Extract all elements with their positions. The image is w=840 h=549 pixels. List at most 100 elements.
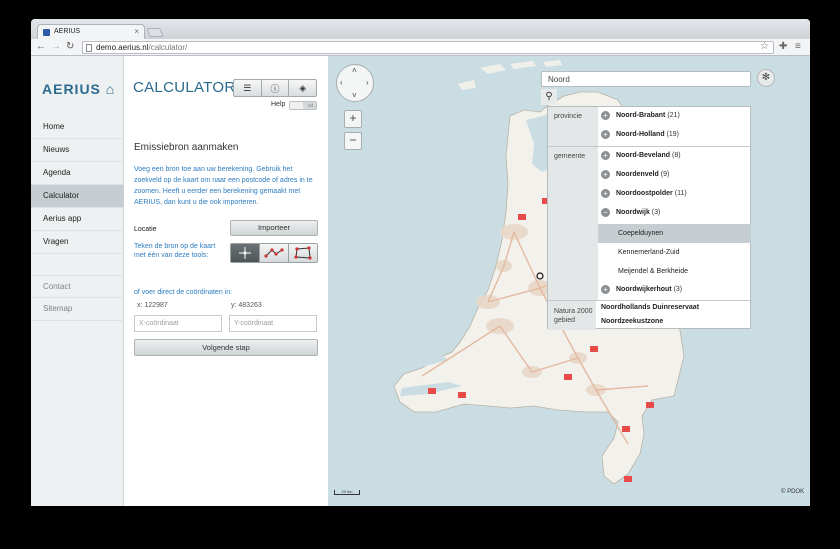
category-natura-2000: Natura 2000 gebied	[548, 301, 596, 330]
sidebar: AERIUS ⌂ Home Nieuws Agenda Calculator A…	[31, 56, 124, 506]
result-noordwijk[interactable]: − Noordwijk (3)	[598, 204, 751, 223]
map-view[interactable]: ˄ ˅ ‹ › + − Noord ✻ ⚲ provincie + Noord-B…	[328, 56, 810, 506]
menu-icon[interactable]: ≡	[795, 41, 801, 52]
help-toggle-state: uit	[307, 103, 313, 109]
polygon-tool-icon[interactable]	[289, 244, 317, 262]
result-name: Noord-Beveland	[616, 152, 671, 159]
result-name: Noord-Brabant	[616, 112, 666, 119]
next-step-button[interactable]: Volgende stap	[134, 339, 318, 356]
result-noord-beveland[interactable]: + Noord-Beveland (8)	[598, 147, 751, 166]
result-count: (3)	[673, 286, 683, 293]
search-results-dropdown: provincie + Noord-Brabant (21) + Noord-Hol…	[547, 106, 752, 330]
collapse-icon[interactable]: −	[601, 208, 610, 217]
pan-up-icon[interactable]: ˄	[352, 66, 357, 75]
coords-hint: of voer direct de coördinaten in:	[134, 289, 233, 296]
browser-tab[interactable]: AERIUS ×	[37, 24, 145, 39]
nav-item-home[interactable]: Home	[31, 116, 124, 139]
zoom-out-button[interactable]: −	[344, 132, 362, 150]
result-name: Noordoostpolder	[616, 190, 673, 197]
url-path: /calculator/	[148, 43, 188, 52]
nav-item-sitemap[interactable]: Sitemap	[31, 298, 124, 321]
page-title: CALCULATOR	[133, 79, 236, 96]
expand-icon[interactable]: +	[601, 189, 610, 198]
line-tool-icon[interactable]	[260, 244, 289, 262]
extension-icon[interactable]: ✚	[779, 41, 787, 52]
pan-left-icon[interactable]: ‹	[340, 78, 343, 87]
tab-bar: AERIUS ×	[31, 19, 810, 39]
view-button-group: ☰ ⓘ ◈	[233, 79, 317, 97]
browser-toolbar: ← → ↻ demo.aerius.nl/calculator/ ☆ ✚ ≡	[31, 39, 810, 56]
scale-bar: 20 km	[334, 490, 360, 495]
pan-right-icon[interactable]: ›	[366, 78, 369, 87]
location-label: Locatie	[134, 226, 157, 233]
zoom-in-button[interactable]: +	[344, 110, 362, 128]
result-noordoostpolder[interactable]: + Noordoostpolder (11)	[598, 185, 751, 204]
result-noordzeekustzone[interactable]: Noordzeekustzone	[598, 316, 751, 330]
result-name: Noord-Holland	[616, 131, 665, 138]
expand-icon[interactable]: +	[601, 111, 610, 120]
expand-icon[interactable]: +	[601, 170, 610, 179]
y-coordinate-input[interactable]: Y-coördinaat	[229, 315, 317, 332]
x-coordinate-input[interactable]: X-coördinaat	[134, 315, 222, 332]
map-copyright: © PDOK	[781, 489, 805, 495]
section-heading: Emissiebron aanmaken	[134, 142, 239, 153]
back-icon[interactable]: ←	[36, 41, 46, 53]
tab-title: AERIUS	[54, 28, 81, 35]
nav-item-aerius-app[interactable]: Aerius app	[31, 208, 124, 231]
favicon-icon	[43, 29, 50, 36]
result-name: Noordwijk	[616, 209, 650, 216]
nav-item-agenda[interactable]: Agenda	[31, 162, 124, 185]
info-icon[interactable]: ⓘ	[262, 80, 290, 96]
address-bar[interactable]: demo.aerius.nl/calculator/	[82, 41, 774, 54]
page-icon	[86, 44, 92, 52]
result-name: Noordhollands Duinreservaat	[601, 304, 700, 311]
result-count: (8)	[672, 152, 681, 159]
nav-item-contact[interactable]: Contact	[31, 275, 124, 298]
pan-control[interactable]: ˄ ˅ ‹ ›	[336, 64, 374, 102]
layers-icon[interactable]: ◈	[289, 80, 316, 96]
logo[interactable]: AERIUS ⌂	[42, 81, 115, 97]
search-icon[interactable]: ⚲	[541, 89, 557, 105]
close-tab-icon[interactable]: ×	[134, 27, 139, 36]
result-noordhollands-duinreservaat[interactable]: Noordhollands Duinreservaat	[598, 301, 751, 316]
expand-icon[interactable]: +	[601, 151, 610, 160]
result-name: Noordzeekustzone	[601, 318, 664, 325]
import-button[interactable]: Importeer	[230, 220, 318, 236]
nav-item-vragen[interactable]: Vragen	[31, 231, 124, 254]
result-noordenveld[interactable]: + Noordenveld (9)	[598, 166, 751, 185]
result-kennemerland-zuid[interactable]: Kennemerland-Zuid	[598, 243, 751, 262]
url-host: demo.aerius.nl	[96, 43, 149, 52]
result-meijendel-berkheide[interactable]: Meijendel & Berkheide	[598, 262, 751, 281]
nav-item-nieuws[interactable]: Nieuws	[31, 139, 124, 162]
tools-hint: Teken de bron op de kaart met één van de…	[134, 243, 216, 259]
new-tab-button[interactable]	[146, 28, 164, 37]
category-gemeente: gemeente	[548, 147, 598, 300]
pan-down-icon[interactable]: ˅	[352, 91, 357, 100]
reload-icon[interactable]: ↻	[66, 41, 74, 53]
result-count: (19)	[666, 131, 680, 138]
result-name: Noordenveld	[616, 171, 659, 178]
intro-text: Voeg een bron toe aan uw berekening. Geb…	[134, 166, 313, 206]
result-count: (11)	[674, 190, 687, 197]
map-search-input[interactable]: Noord	[541, 71, 751, 87]
expand-icon[interactable]: +	[601, 285, 610, 294]
expand-icon[interactable]: +	[601, 130, 610, 139]
bookmark-star-icon[interactable]: ☆	[760, 41, 769, 52]
result-noord-brabant[interactable]: + Noord-Brabant (21)	[598, 107, 751, 126]
y-value-label: y: 483263	[231, 302, 262, 309]
result-count: (3)	[651, 209, 661, 216]
result-count: (9)	[660, 171, 670, 178]
help-toggle[interactable]: uit	[289, 101, 317, 110]
forward-icon[interactable]: →	[51, 41, 61, 53]
category-provincie: provincie	[548, 107, 598, 146]
point-tool-icon[interactable]	[231, 244, 260, 262]
result-noordwijkerhout[interactable]: + Noordwijkerhout (3)	[598, 281, 751, 300]
result-count: (21)	[667, 112, 680, 119]
result-coepelduynen[interactable]: Coepelduynen	[598, 224, 751, 243]
result-noord-holland[interactable]: + Noord-Holland (19)	[598, 126, 751, 145]
browser-window: AERIUS × ← → ↻ demo.aerius.nl/calculator…	[31, 19, 810, 506]
list-icon[interactable]: ☰	[234, 80, 262, 96]
settings-icon[interactable]: ✻	[757, 69, 775, 87]
help-label: Help	[271, 101, 286, 108]
nav-item-calculator[interactable]: Calculator	[31, 185, 124, 208]
